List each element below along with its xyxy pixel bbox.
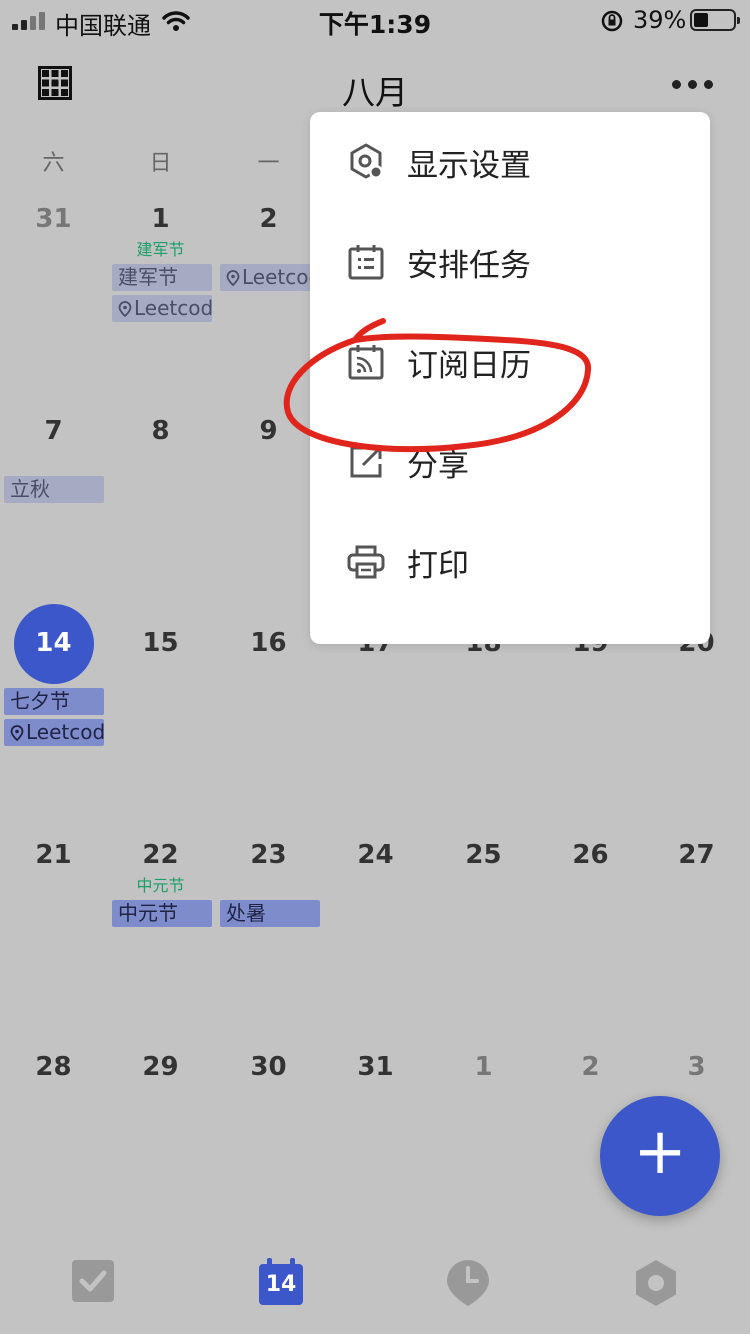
event-chushu[interactable]: 处暑: [220, 900, 320, 927]
weekday-mon: 一: [257, 151, 280, 176]
status-bar: 中国联通 下午1:39 39%: [0, 0, 750, 40]
calendar-header: 八月: [0, 50, 750, 120]
day-cell[interactable]: 23: [215, 840, 322, 870]
event-zhongyuan[interactable]: 中元节: [112, 900, 212, 927]
menu-item-display-settings[interactable]: 显示设置: [310, 112, 710, 212]
event-leetcode[interactable]: Leetcod: [4, 719, 104, 746]
rotation-lock-icon: [601, 10, 623, 32]
day-cell[interactable]: 21: [0, 840, 107, 870]
add-event-button[interactable]: +: [600, 1096, 720, 1216]
more-options-menu: 显示设置 安排任务 订阅日历 分享 打印: [310, 112, 710, 644]
nav-calendar-day: 14: [265, 1272, 297, 1297]
event-label: 中元节: [118, 901, 178, 925]
day-cell[interactable]: 2: [215, 204, 322, 234]
day-cell[interactable]: 3: [643, 1052, 750, 1082]
day-cell[interactable]: 8: [107, 416, 214, 446]
day-cell[interactable]: 15: [107, 628, 214, 658]
day-cell[interactable]: 24: [322, 840, 429, 870]
day-cell[interactable]: 7: [0, 416, 107, 446]
subscribe-calendar-icon: [348, 345, 384, 380]
event-label: 七夕节: [10, 689, 70, 713]
menu-item-schedule-task[interactable]: 安排任务: [310, 212, 710, 312]
nav-tasks[interactable]: [70, 1258, 122, 1310]
event-jianjun[interactable]: 建军节: [112, 264, 212, 291]
holiday-label: 建军节: [136, 240, 185, 259]
menu-item-subscribe-calendar[interactable]: 订阅日历: [310, 312, 710, 412]
day-cell[interactable]: 27: [643, 840, 750, 870]
day-cell[interactable]: 25: [430, 840, 537, 870]
share-icon: [350, 446, 382, 478]
day-cell[interactable]: 22: [107, 840, 214, 870]
add-icon: +: [633, 1115, 687, 1189]
menu-item-label: 打印: [407, 548, 469, 584]
day-cell[interactable]: 1: [107, 204, 214, 234]
schedule-task-icon: [348, 245, 384, 280]
display-settings-icon: [350, 143, 383, 179]
day-cell[interactable]: 9: [215, 416, 322, 446]
menu-item-share[interactable]: 分享: [310, 412, 710, 512]
day-cell[interactable]: 28: [0, 1052, 107, 1082]
event-label: Leetcod: [26, 720, 104, 744]
event-label: 处暑: [226, 901, 266, 925]
task-check-icon: [72, 1260, 114, 1302]
settings-icon: [636, 1260, 676, 1306]
day-cell[interactable]: 31: [322, 1052, 429, 1082]
event-leetcode[interactable]: Leetcod: [112, 295, 212, 322]
event-label: 建军节: [118, 265, 178, 289]
day-cell[interactable]: 30: [215, 1052, 322, 1082]
event-label: Leetcod: [242, 265, 320, 289]
day-cell[interactable]: 26: [537, 840, 644, 870]
nav-clock[interactable]: [445, 1258, 497, 1310]
battery-percent: 39%: [633, 6, 687, 34]
day-cell[interactable]: 29: [107, 1052, 214, 1082]
menu-item-label: 安排任务: [407, 248, 531, 284]
weekday-sat: 六: [42, 151, 65, 176]
holiday-label: 中元节: [136, 876, 185, 895]
menu-item-label: 分享: [407, 448, 469, 484]
event-leetcode[interactable]: Leetcod: [220, 264, 320, 291]
menu-item-label: 订阅日历: [407, 348, 531, 384]
location-pin-icon: [226, 270, 240, 286]
month-title[interactable]: 八月: [0, 66, 750, 114]
day-cell[interactable]: 31: [0, 204, 107, 234]
event-qixi[interactable]: 七夕节: [4, 688, 104, 715]
event-label: 立秋: [10, 477, 50, 501]
event-label: Leetcod: [134, 296, 212, 320]
day-cell[interactable]: 16: [215, 628, 322, 658]
day-cell-today[interactable]: 14: [0, 628, 107, 658]
more-options-icon[interactable]: [668, 72, 718, 96]
day-cell[interactable]: 2: [537, 1052, 644, 1082]
location-pin-icon: [118, 301, 132, 317]
nav-calendar[interactable]: 14: [258, 1258, 310, 1310]
day-cell[interactable]: 1: [430, 1052, 537, 1082]
menu-item-label: 显示设置: [407, 148, 531, 184]
clock-icon: [447, 1260, 489, 1306]
menu-item-print[interactable]: 打印: [310, 512, 710, 612]
nav-settings[interactable]: [632, 1258, 684, 1310]
print-icon: [347, 545, 385, 579]
battery-icon: [690, 9, 740, 31]
event-liqiu[interactable]: 立秋: [4, 476, 104, 503]
bottom-nav: 14: [0, 1250, 750, 1334]
location-pin-icon: [10, 725, 24, 741]
weekday-sun: 日: [149, 151, 172, 176]
